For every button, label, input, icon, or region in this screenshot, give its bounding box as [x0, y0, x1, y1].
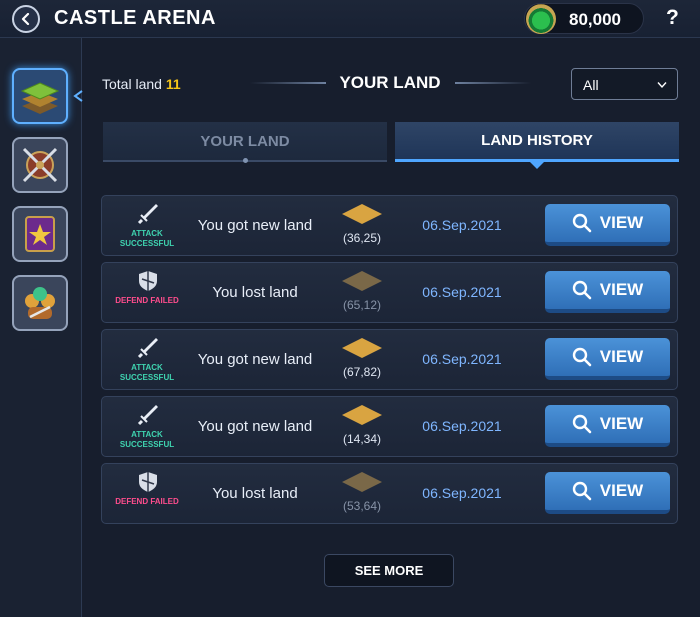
filter-selected-value: All [583, 77, 599, 93]
view-button[interactable]: VIEW [545, 338, 670, 380]
status-label: ATTACK SUCCESSFUL [106, 363, 188, 383]
land-tile-icon [342, 204, 382, 224]
history-message: You got new land [197, 418, 313, 435]
broken-shield-icon [139, 271, 157, 291]
status-line-2: SUCCESSFUL [119, 239, 175, 248]
page-title: CASTLE ARENA [54, 7, 216, 29]
table-row: ATTACK SUCCESSFUL You got new land (67,82) 0… [101, 329, 678, 390]
status-label: ATTACK SUCCESSFUL [106, 430, 188, 450]
tab-your-land[interactable]: YOUR LAND [103, 122, 387, 163]
history-message: You got new land [197, 217, 313, 234]
land-coordinates: (14,34) [342, 432, 382, 446]
back-button[interactable] [12, 5, 40, 33]
view-button-label: VIEW [599, 213, 644, 232]
tab-dot [243, 158, 248, 163]
status-label: DEFEND FAILED [106, 497, 188, 507]
coin-icon [526, 4, 556, 34]
land-tile-icon [342, 271, 382, 291]
team-members-icon [25, 287, 55, 319]
sidebar-item-battle[interactable] [12, 137, 68, 193]
tab-your-land-label: YOUR LAND [200, 132, 290, 150]
see-more-button[interactable]: SEE MORE [324, 554, 454, 587]
land-layers-icon [20, 82, 60, 114]
history-message: You lost land [212, 284, 298, 301]
table-row: ATTACK SUCCESSFUL You got new land (14,34) 0… [101, 396, 678, 457]
active-indicator-arrow [73, 90, 83, 102]
search-icon [572, 481, 592, 501]
status-line-1: DEFEND FAILED [115, 296, 179, 305]
search-icon [572, 414, 592, 434]
help-button[interactable]: ? [666, 6, 679, 30]
filter-dropdown[interactable]: All [571, 68, 678, 100]
table-row: DEFEND FAILED You lost land (65,12) 06.Sep.… [101, 262, 678, 323]
status-line-1: ATTACK [131, 229, 163, 238]
chevron-down-icon [657, 82, 667, 89]
sidebar-item-team[interactable] [12, 275, 68, 331]
view-button-label: VIEW [599, 280, 644, 299]
crossed-swords-shield-icon [22, 147, 58, 183]
land-coordinates: (36,25) [342, 231, 382, 245]
table-row: DEFEND FAILED You lost land (53,64) 06.Sep.… [101, 463, 678, 524]
sidebar [0, 38, 83, 617]
total-land: Total land 11 [102, 76, 181, 92]
tab-land-history[interactable]: LAND HISTORY [395, 122, 679, 169]
broken-shield-icon [139, 472, 157, 492]
view-button[interactable]: VIEW [545, 405, 670, 447]
status-line-1: ATTACK [131, 430, 163, 439]
land-tile-icon [342, 405, 382, 425]
status-line-1: DEFEND FAILED [115, 497, 179, 506]
sidebar-item-spellbook[interactable] [12, 206, 68, 262]
status-line-2: SUCCESSFUL [119, 440, 175, 449]
land-tile-icon [342, 338, 382, 358]
active-tab-indicator [529, 161, 545, 169]
history-message: You got new land [197, 351, 313, 368]
view-button[interactable]: VIEW [545, 472, 670, 514]
view-button-label: VIEW [599, 414, 644, 433]
history-date: 06.Sep.2021 [422, 418, 502, 434]
view-button-label: VIEW [599, 347, 644, 366]
tab-land-history-label: LAND HISTORY [481, 132, 593, 149]
land-coordinates: (65,12) [342, 298, 382, 312]
table-row: ATTACK SUCCESSFUL You got new land (36,25) 0… [101, 195, 678, 256]
view-button[interactable]: VIEW [545, 204, 670, 246]
land-coordinates: (53,64) [342, 499, 382, 513]
search-icon [572, 347, 592, 367]
sidebar-item-land[interactable] [12, 68, 68, 124]
sword-icon [137, 338, 158, 359]
status-line-2: SUCCESSFUL [119, 373, 175, 382]
status-line-1: ATTACK [131, 363, 163, 372]
history-date: 06.Sep.2021 [422, 351, 502, 367]
coin-amount: 80,000 [569, 10, 621, 29]
history-date: 06.Sep.2021 [422, 284, 502, 300]
total-land-value: 11 [165, 76, 181, 92]
history-date: 06.Sep.2021 [422, 485, 502, 501]
top-bar: CASTLE ARENA 80,000 ? [0, 0, 700, 38]
sword-icon [137, 405, 158, 426]
search-icon [572, 280, 592, 300]
total-land-label: Total land [102, 76, 162, 92]
section-title: YOUR LAND [339, 73, 441, 92]
history-message: You lost land [212, 485, 298, 502]
spellbook-icon [25, 216, 55, 252]
sword-icon [137, 204, 158, 225]
view-button[interactable]: VIEW [545, 271, 670, 313]
view-button-label: VIEW [599, 481, 644, 500]
chevron-left-icon [21, 13, 30, 25]
search-icon [572, 213, 592, 233]
history-date: 06.Sep.2021 [422, 217, 502, 233]
coin-balance: 80,000 [524, 3, 644, 34]
status-label: DEFEND FAILED [106, 296, 188, 306]
status-label: ATTACK SUCCESSFUL [106, 229, 188, 249]
land-coordinates: (67,82) [342, 365, 382, 379]
land-tile-icon [342, 472, 382, 492]
app-root: CASTLE ARENA 80,000 ? Total land 11 YOUR… [0, 0, 700, 617]
title-divider-right [455, 82, 531, 84]
